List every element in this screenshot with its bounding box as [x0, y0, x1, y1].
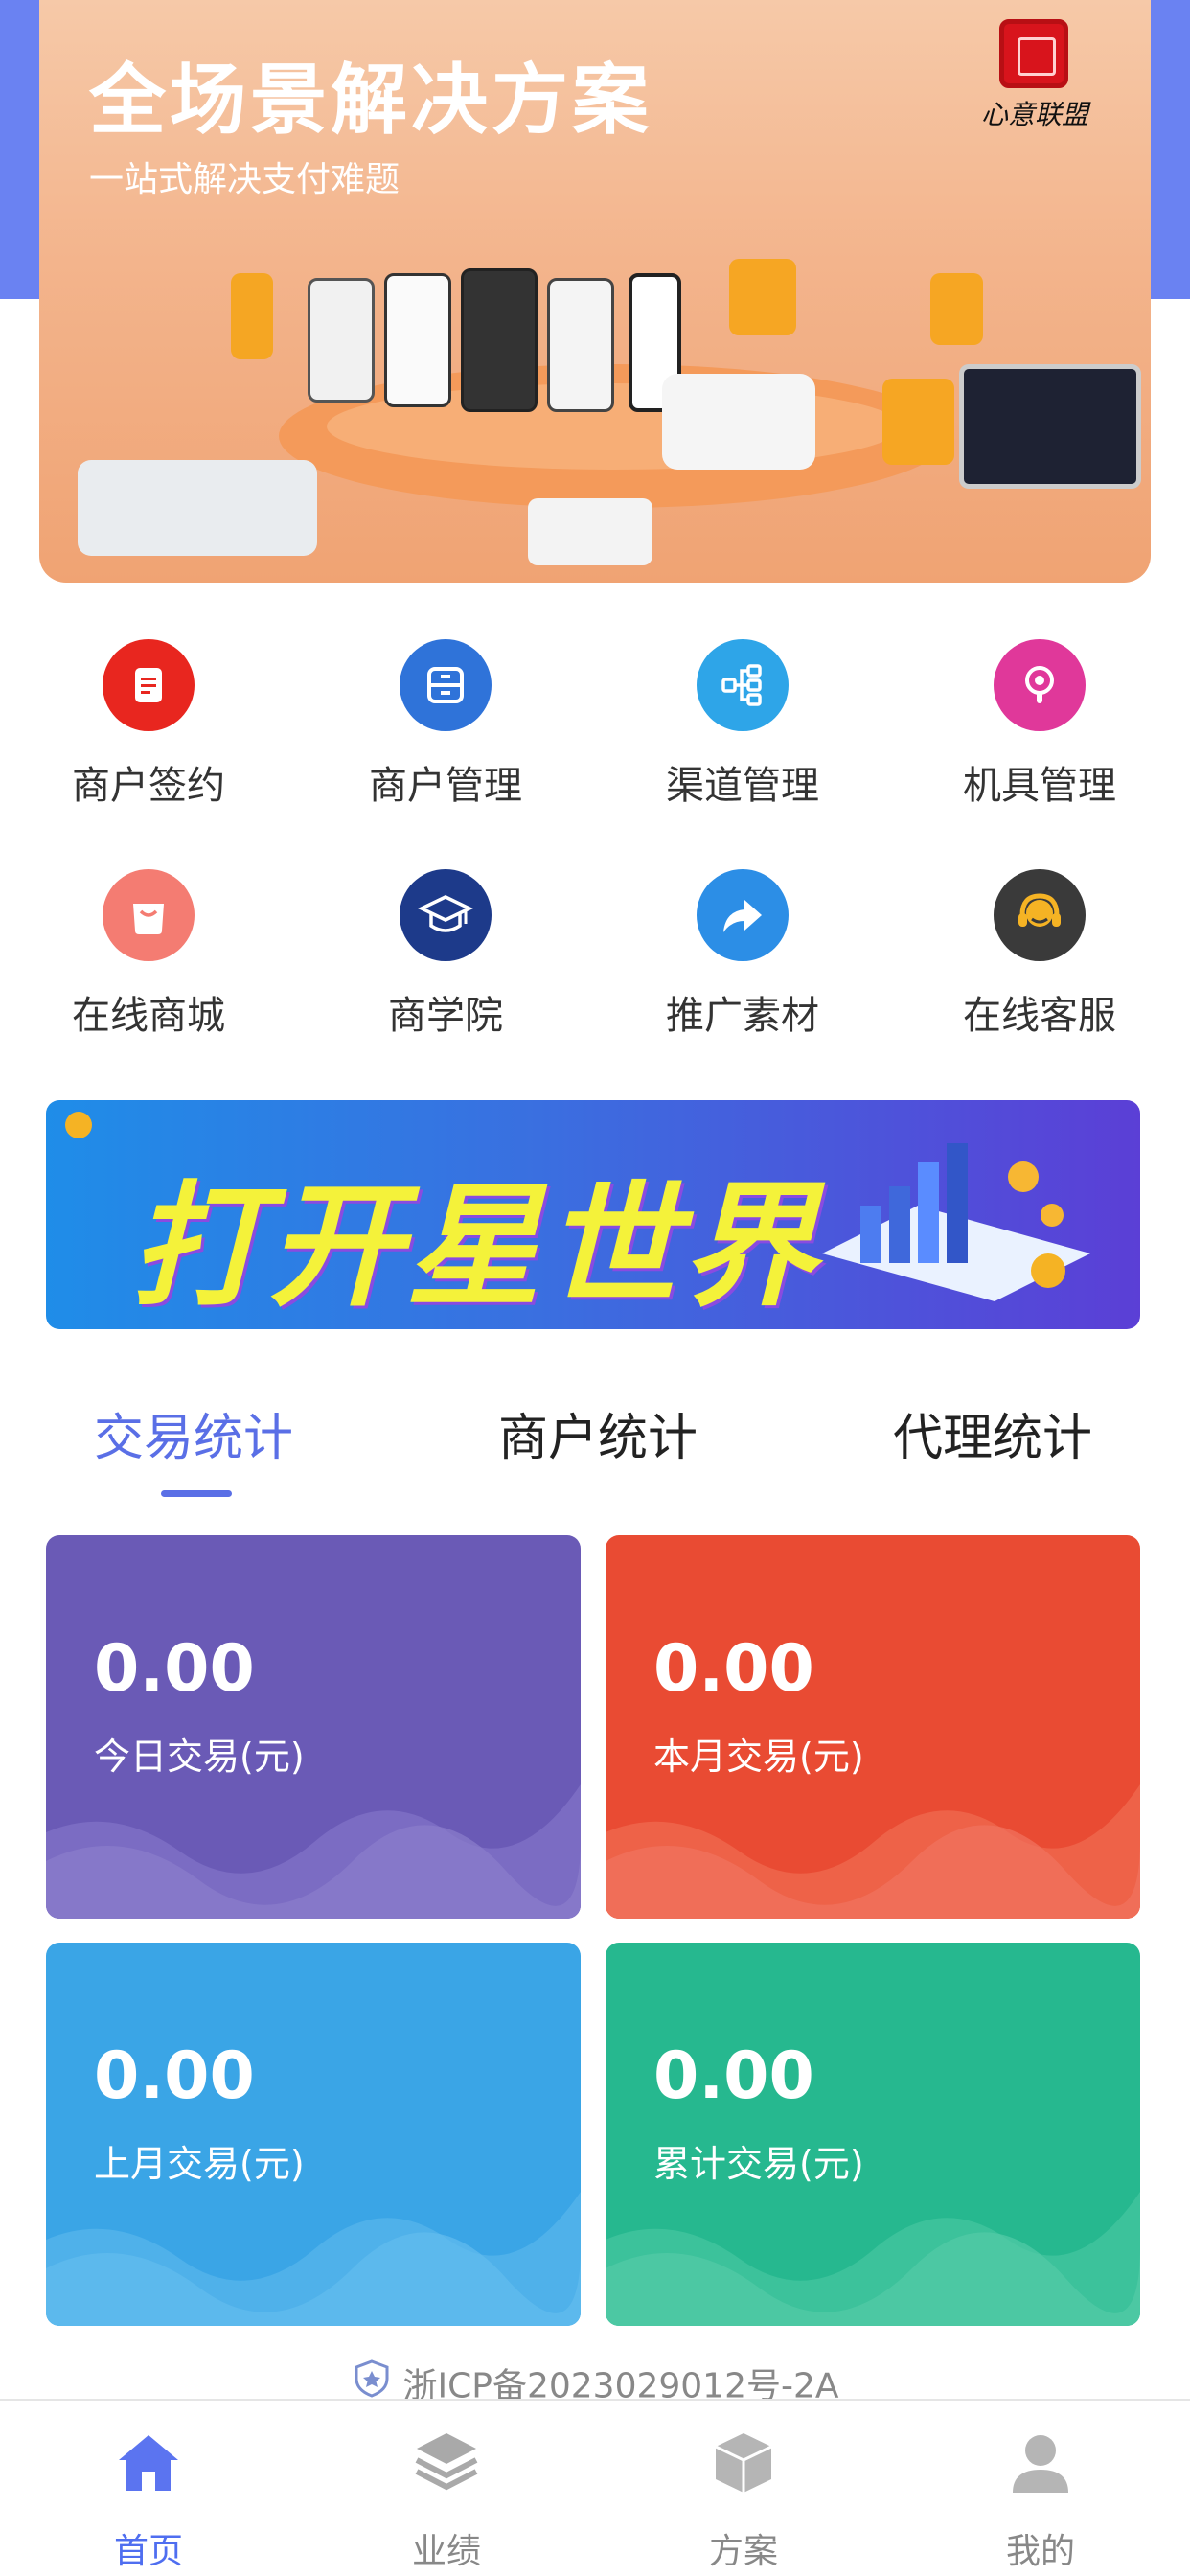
menu-item-channel-management[interactable]: 渠道管理 [628, 639, 858, 810]
nav-label: 业绩 [411, 2532, 481, 2571]
stat-card-this-month[interactable]: 0.00 本月交易(元) [606, 1535, 1140, 1919]
stat-value: 0.00 [653, 1631, 814, 1707]
tablet-image [959, 364, 1141, 489]
stat-card-cumulative[interactable]: 0.00 累计交易(元) [606, 1943, 1140, 2326]
hero-banner[interactable]: 全场景解决方案 一站式解决支付难题 心意联盟 [39, 0, 1151, 583]
smart-box-image [662, 374, 815, 470]
archive-box-icon [400, 639, 492, 731]
stat-card-today[interactable]: 0.00 今日交易(元) [46, 1535, 581, 1919]
stat-value: 0.00 [94, 1631, 255, 1707]
printer-image [528, 498, 652, 565]
network-icon [697, 639, 789, 731]
coin-icon [1031, 1254, 1065, 1288]
bottom-navigation: 首页 业绩 方案 我的 [0, 2399, 1190, 2576]
pos-device-image [384, 273, 451, 407]
nav-home[interactable]: 首页 [53, 2420, 244, 2573]
menu-item-business-school[interactable]: 商学院 [331, 869, 561, 1040]
nav-label: 首页 [113, 2532, 183, 2571]
menu-item-device-management[interactable]: 机具管理 [925, 639, 1155, 810]
stat-card-last-month[interactable]: 0.00 上月交易(元) [46, 1943, 581, 2326]
menu-label: 在线客服 [963, 994, 1116, 1038]
qr-stand-image [882, 379, 954, 465]
qr-stand-image [930, 273, 983, 345]
menu-item-promo-materials[interactable]: 推广素材 [628, 869, 858, 1040]
document-icon [103, 639, 195, 731]
tab-merchant-stats[interactable]: 商户统计 [498, 1397, 698, 1469]
wave-decoration [606, 1784, 1140, 1919]
seal-icon [999, 19, 1068, 88]
menu-item-merchant-management[interactable]: 商户管理 [331, 639, 561, 810]
menu-label: 商学院 [388, 994, 503, 1038]
graduation-cap-icon [400, 869, 492, 961]
wave-decoration [606, 2192, 1140, 2326]
pos-device-image [231, 273, 273, 359]
nav-performance[interactable]: 业绩 [351, 2420, 542, 2573]
nav-mine[interactable]: 我的 [945, 2420, 1136, 2573]
scale-image [78, 460, 317, 556]
nav-label: 我的 [1005, 2532, 1075, 2571]
stat-label: 今日交易(元) [94, 1736, 305, 1778]
stat-label: 累计交易(元) [653, 2143, 864, 2185]
menu-label: 机具管理 [963, 764, 1116, 808]
menu-item-online-mall[interactable]: 在线商城 [34, 869, 263, 1040]
cube-icon [648, 2420, 839, 2506]
share-arrow-icon [697, 869, 789, 961]
menu-item-online-support[interactable]: 在线客服 [925, 869, 1155, 1040]
pos-device-image [308, 278, 375, 402]
promo-banner[interactable]: 打开星世界 [46, 1100, 1140, 1329]
hero-subtitle: 一站式解决支付难题 [89, 160, 400, 199]
tab-agent-stats[interactable]: 代理统计 [893, 1397, 1092, 1469]
app-screen: 全场景解决方案 一站式解决支付难题 心意联盟 商户签约 商户管理 渠道管理 机具… [0, 0, 1190, 2576]
menu-label: 渠道管理 [666, 764, 819, 808]
pos-device-image [547, 278, 614, 412]
user-icon [945, 2420, 1136, 2506]
layers-icon [351, 2420, 542, 2506]
home-icon [53, 2420, 244, 2506]
city-illustration [822, 1143, 1090, 1301]
promo-text: 打开星世界 [130, 1169, 821, 1325]
menu-item-merchant-signup[interactable]: 商户签约 [34, 639, 263, 810]
active-tab-indicator [161, 1490, 232, 1497]
coin-icon [65, 1112, 92, 1138]
brand-logo-text: 心意联盟 [980, 99, 1088, 130]
tab-transaction-stats[interactable]: 交易统计 [94, 1397, 293, 1469]
wave-decoration [46, 2192, 581, 2326]
statistics-tabs: 交易统计 商户统计 代理统计 [0, 1380, 1190, 1497]
headset-icon [994, 869, 1086, 961]
shopping-bag-icon [103, 869, 195, 961]
stat-label: 上月交易(元) [94, 2143, 305, 2185]
qr-stand-image [729, 259, 796, 335]
hero-title: 全场景解决方案 [89, 56, 652, 145]
nav-label: 方案 [708, 2532, 778, 2571]
stat-value: 0.00 [653, 2038, 814, 2114]
menu-label: 在线商城 [72, 994, 225, 1038]
pos-terminal-icon [994, 639, 1086, 731]
menu-label: 推广素材 [666, 994, 819, 1038]
brand-logo: 心意联盟 [940, 19, 1122, 134]
pos-device-image [461, 268, 538, 412]
nav-solutions[interactable]: 方案 [648, 2420, 839, 2573]
stat-value: 0.00 [94, 2038, 255, 2114]
stat-label: 本月交易(元) [653, 1736, 864, 1778]
wave-decoration [46, 1784, 581, 1919]
menu-label: 商户管理 [369, 764, 522, 808]
menu-label: 商户签约 [72, 764, 225, 808]
